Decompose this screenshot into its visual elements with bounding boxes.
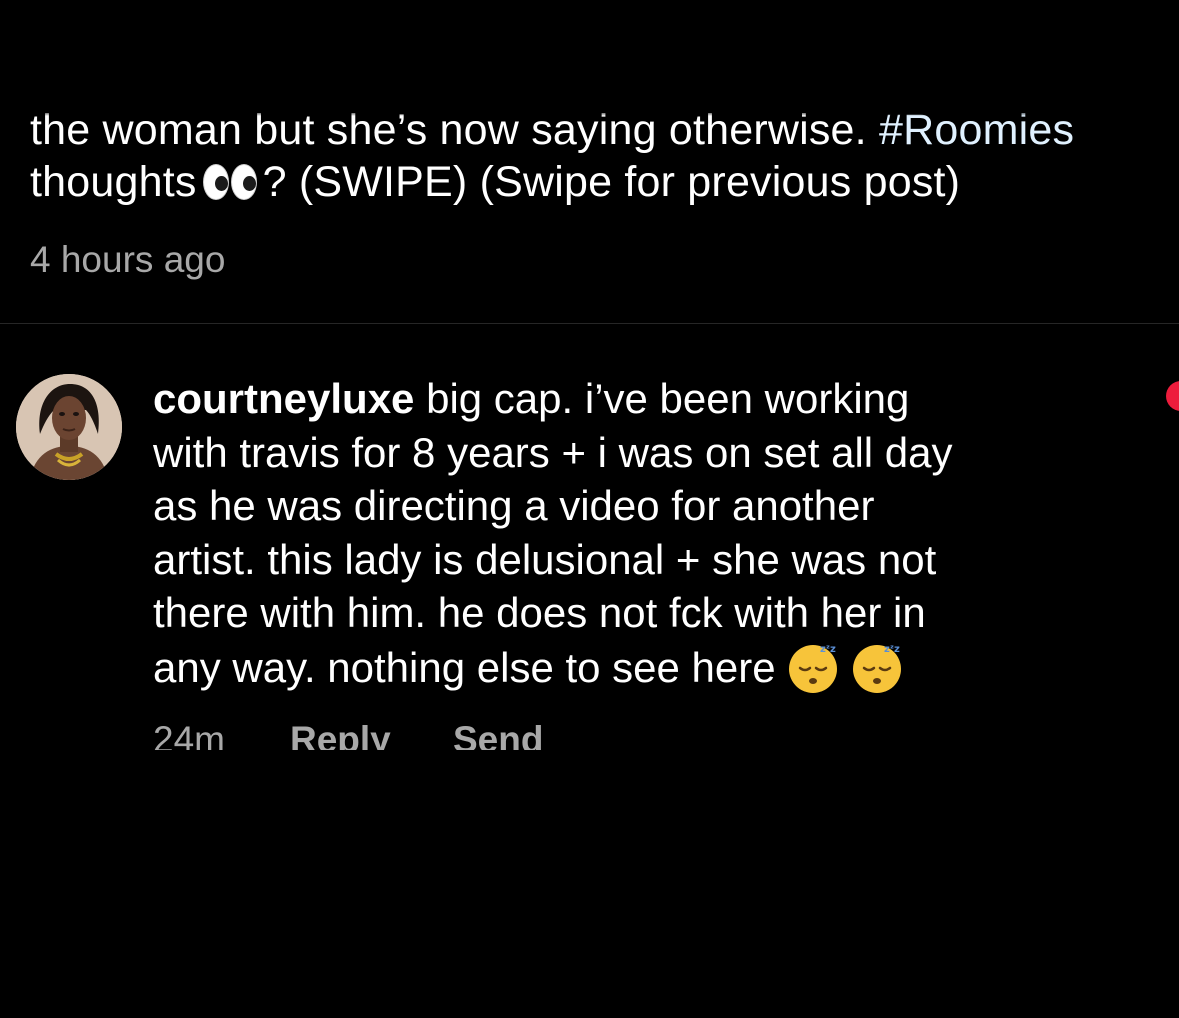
comment-actions: 24m Reply Send	[153, 718, 753, 750]
send-button[interactable]: Send	[453, 718, 543, 750]
comment-line: courtneyluxe big cap. i’ve been working	[153, 372, 1113, 426]
comment-text: big cap. i’ve been working	[426, 375, 910, 422]
reply-button[interactable]: Reply	[290, 718, 453, 750]
eyes-emoji-icon	[202, 162, 261, 202]
comment-line: any way. nothing else to see here zᶻz zᶻ…	[153, 640, 1113, 695]
post-caption: the woman but she’s now saying otherwise…	[30, 104, 1179, 234]
comment-body: courtneyluxe big cap. i’ve been working …	[153, 372, 1113, 695]
comment-username[interactable]: courtneyluxe	[153, 375, 414, 422]
post-timestamp: 4 hours ago	[30, 239, 226, 280]
svg-text:zᶻz: zᶻz	[820, 644, 836, 655]
comment-line: there with him. he does not fck with her…	[153, 589, 926, 637]
avatar[interactable]	[16, 374, 122, 480]
divider	[0, 323, 1179, 324]
comment-text: any way. nothing else to see here	[153, 643, 776, 691]
like-heart-icon[interactable]	[1166, 381, 1179, 411]
comment-line: as he was directing a video for another	[153, 482, 875, 530]
comment-line: artist. this lady is delusional + she wa…	[153, 535, 937, 583]
comment-time: 24m	[153, 719, 225, 750]
sleeping-face-icon: zᶻz	[850, 640, 904, 694]
svg-text:zᶻz: zᶻz	[884, 644, 900, 655]
caption-line-2: thoughts ? (SWIPE) (Swipe for previous p…	[30, 156, 1179, 208]
sleeping-face-icon: zᶻz	[786, 640, 840, 694]
comment-line: with travis for 8 years + i was on set a…	[153, 428, 953, 476]
caption-text: thoughts	[30, 158, 197, 206]
caption-text: ? (SWIPE) (Swipe for previous post)	[262, 158, 961, 206]
